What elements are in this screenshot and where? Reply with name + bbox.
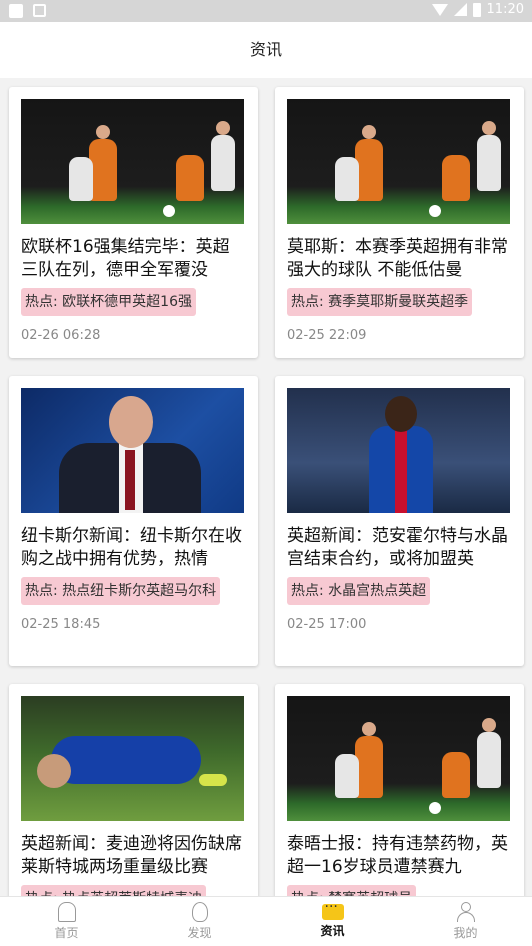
news-title[interactable]: 莫耶斯：本赛季英超拥有非常强大的球队 不能低估曼 xyxy=(287,236,512,282)
news-title[interactable]: 欧联杯16强集结完毕：英超三队在列，德甲全军覆没 xyxy=(21,236,246,282)
news-time: 02-25 22:09 xyxy=(287,328,367,343)
lightbulb-icon xyxy=(191,902,208,922)
hot-tag[interactable]: 热点: 欧联杯德甲英超16强 xyxy=(21,288,196,316)
tab-home[interactable]: 首页 xyxy=(0,897,133,946)
news-thumbnail xyxy=(287,388,510,513)
hot-tag[interactable]: 热点: 水晶宫热点英超 xyxy=(287,577,431,605)
news-thumbnail xyxy=(287,99,510,224)
tab-label: 资讯 xyxy=(320,924,345,938)
news-title[interactable]: 泰晤士报：持有违禁药物，英超一16岁球员遭禁赛九 xyxy=(287,833,512,879)
hot-tag[interactable]: 热点: 热点英超莱斯特城麦迪 xyxy=(21,885,207,896)
news-card[interactable]: 欧联杯16强集结完毕：英超三队在列，德甲全军覆没 热点: 欧联杯德甲英超16强 … xyxy=(9,87,258,358)
user-icon xyxy=(456,902,476,922)
news-card[interactable]: 英超新闻：范安霍尔特与水晶宫结束合约，或将加盟英 热点: 水晶宫热点英超 02-… xyxy=(275,376,524,666)
hot-tag[interactable]: 热点: 热点纽卡斯尔英超马尔科 xyxy=(21,577,221,605)
status-time: 11:20 xyxy=(486,2,524,17)
bottom-tab-bar: 首页 发现 资讯 我的 xyxy=(0,896,532,946)
news-card[interactable]: 莫耶斯：本赛季英超拥有非常强大的球队 不能低估曼 热点: 赛季莫耶斯曼联英超季 … xyxy=(275,87,524,358)
tab-news[interactable]: 资讯 xyxy=(266,897,399,946)
news-card[interactable]: 泰晤士报：持有违禁药物，英超一16岁球员遭禁赛九 热点: 禁赛英超球员 xyxy=(275,684,524,896)
news-thumbnail xyxy=(21,99,244,224)
news-title[interactable]: 英超新闻：范安霍尔特与水晶宫结束合约，或将加盟英 xyxy=(287,525,512,571)
notification-icon xyxy=(9,4,23,18)
news-card[interactable]: 英超新闻：麦迪逊将因伤缺席莱斯特城两场重量级比赛 热点: 热点英超莱斯特城麦迪 xyxy=(9,684,258,896)
tab-label: 首页 xyxy=(54,926,79,940)
news-title[interactable]: 纽卡斯尔新闻：纽卡斯尔在收购之战中拥有优势，热情 xyxy=(21,525,246,571)
news-thumbnail xyxy=(21,696,244,821)
wifi-icon xyxy=(431,3,448,16)
news-feed[interactable]: 欧联杯16强集结完毕：英超三队在列，德甲全军覆没 热点: 欧联杯德甲英超16强 … xyxy=(0,78,532,896)
home-icon xyxy=(57,902,76,922)
news-time: 02-25 18:45 xyxy=(21,617,101,632)
tab-mine[interactable]: 我的 xyxy=(399,897,532,946)
news-thumbnail xyxy=(21,388,244,513)
news-time: 02-25 17:00 xyxy=(287,617,367,632)
tab-discover[interactable]: 发现 xyxy=(133,897,266,946)
page-header: 资讯 xyxy=(0,22,532,78)
app-notification-icon xyxy=(33,4,46,17)
news-time: 02-26 06:28 xyxy=(21,328,101,343)
news-icon xyxy=(321,899,344,920)
tab-label: 发现 xyxy=(187,926,212,940)
news-card[interactable]: 纽卡斯尔新闻：纽卡斯尔在收购之战中拥有优势，热情 热点: 热点纽卡斯尔英超马尔科… xyxy=(9,376,258,666)
tab-label: 我的 xyxy=(453,926,478,940)
news-thumbnail xyxy=(287,696,510,821)
page-title: 资讯 xyxy=(249,40,282,59)
battery-icon xyxy=(472,2,481,17)
hot-tag[interactable]: 热点: 赛季莫耶斯曼联英超季 xyxy=(287,288,473,316)
hot-tag[interactable]: 热点: 禁赛英超球员 xyxy=(287,885,417,896)
signal-icon xyxy=(453,3,467,16)
status-bar: 11:20 xyxy=(0,0,532,22)
news-title[interactable]: 英超新闻：麦迪逊将因伤缺席莱斯特城两场重量级比赛 xyxy=(21,833,246,879)
